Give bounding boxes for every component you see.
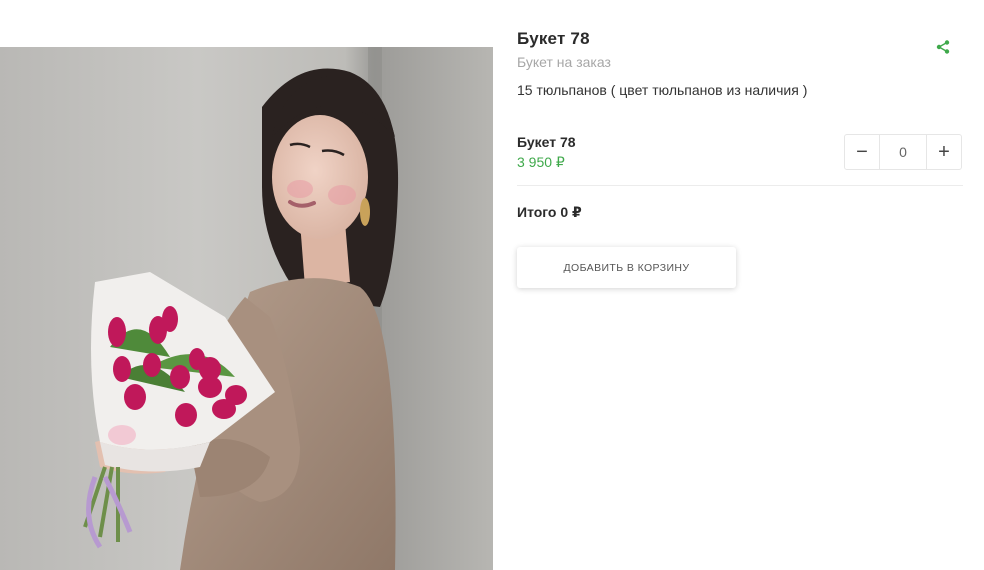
total-label: Итого 0 ₽ xyxy=(517,204,582,220)
variant-name: Букет 78 xyxy=(517,134,576,150)
product-subtitle: Букет на заказ xyxy=(517,54,611,70)
product-photo xyxy=(0,47,493,570)
quantity-value[interactable]: 0 xyxy=(879,135,927,169)
add-to-cart-button[interactable]: ДОБАВИТЬ В КОРЗИНУ xyxy=(517,247,736,288)
share-icon[interactable] xyxy=(933,37,953,57)
decrease-quantity-button[interactable]: − xyxy=(845,135,879,169)
increase-quantity-button[interactable]: + xyxy=(927,135,961,169)
share-icon-glyph xyxy=(936,40,950,54)
product-photo-illustration xyxy=(83,47,399,570)
product-title: Букет 78 xyxy=(517,29,590,48)
product-info: Букет 78 Букет на заказ 15 тюльпанов ( ц… xyxy=(517,0,963,570)
product-description: 15 тюльпанов ( цвет тюльпанов из наличия… xyxy=(517,82,808,98)
quantity-stepper: − 0 + xyxy=(844,134,962,170)
divider xyxy=(517,185,963,186)
variant-price: 3 950 ₽ xyxy=(517,154,565,170)
